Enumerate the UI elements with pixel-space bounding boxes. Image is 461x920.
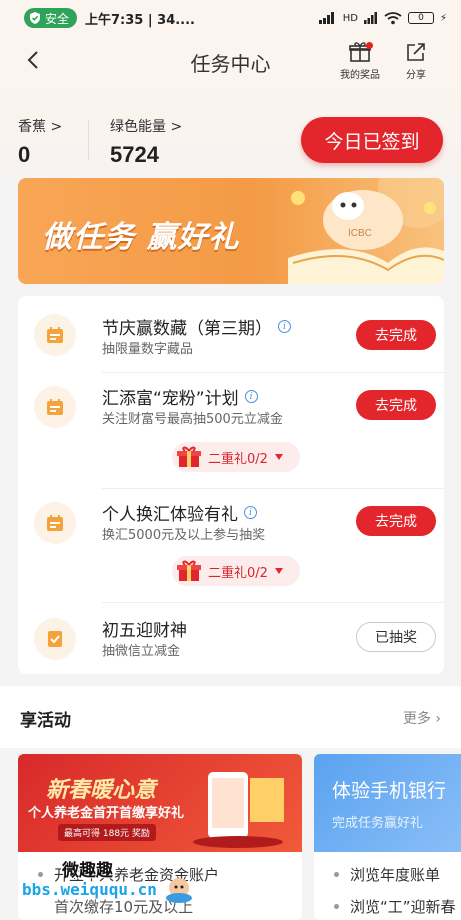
activity-image-title: 新春暖心意 <box>46 778 157 803</box>
status-bar: 安全 上午7:35 | 34.... HD 0 ⚡ <box>0 0 461 36</box>
task-list: 节庆赢数藏（第三期） i 抽限量数字藏品 去完成 汇添富“宠粉”计划 i 关注财富号… <box>18 296 444 674</box>
task-title: 节庆赢数藏（第三期） i <box>102 314 291 339</box>
bullet-dot <box>334 872 339 877</box>
watermark-url: bbs.weiququ.cn <box>22 880 157 899</box>
shield-icon <box>30 12 40 24</box>
chevron-right-icon: > <box>50 119 63 135</box>
drawn-button[interactable]: 已抽奖 <box>356 622 436 652</box>
task-title: 初五迎财神 <box>102 616 187 641</box>
energy-stat[interactable]: 绿色能量 > 5724 <box>110 116 182 168</box>
task-title: 汇添富“宠粉”计划 i <box>102 384 258 409</box>
network-label: HD <box>342 12 358 24</box>
activity-image-tag: 最高可得 188元 奖励 <box>58 824 156 841</box>
banana-label: 香蕉 <box>18 119 46 135</box>
activity-image: 新春暖心意 个人养老金首开首缴享好礼 最高可得 188元 奖励 <box>18 754 302 852</box>
calendar-icon <box>34 502 76 544</box>
task-item: 个人换汇体验有礼 i 换汇5000元及以上参与抽奖 去完成 二重礼0/2 <box>18 488 444 602</box>
mascot-icon <box>166 878 192 903</box>
reward-text: 二重礼0/2 <box>208 565 268 581</box>
task-desc: 抽微信立减金 <box>102 644 181 659</box>
activity-card[interactable]: 体验手机银行 完成任务赢好礼 浏览年度账单 浏览“工”迎新春 <box>314 754 461 920</box>
chevron-down-icon <box>274 568 283 574</box>
task-item: 节庆赢数藏（第三期） i 抽限量数字藏品 去完成 <box>18 296 444 372</box>
my-prizes-label: 我的奖品 <box>340 70 380 81</box>
status-time: 上午7:35 | 34.... <box>85 12 195 28</box>
complete-button[interactable]: 去完成 <box>356 390 436 420</box>
activity-image-title: 体验手机银行 <box>332 780 447 802</box>
reward-pill[interactable]: 二重礼0/2 <box>172 442 300 472</box>
signal-icon <box>318 12 334 24</box>
activity-line: 浏览年度账单 <box>350 866 441 884</box>
nav-bar: 任务中心 我的奖品 分享 <box>0 36 461 86</box>
gift-box-icon <box>177 446 201 467</box>
task-desc: 换汇5000元及以上参与抽奖 <box>102 528 266 543</box>
activity-line: 浏览“工”迎新春 <box>350 898 456 916</box>
info-icon[interactable]: i <box>244 390 258 403</box>
reward-text: 二重礼0/2 <box>208 451 268 467</box>
chevron-right-icon: › <box>435 711 441 727</box>
task-title-text: 初五迎财神 <box>102 621 187 641</box>
my-prizes-button[interactable]: 我的奖品 <box>334 40 386 81</box>
gift-box-icon <box>177 560 201 581</box>
battery-icon: 0 <box>407 12 434 24</box>
activity-image-subtitle: 完成任务赢好礼 <box>332 816 424 831</box>
task-title-text: 汇添富“宠粉”计划 <box>102 389 239 409</box>
stat-divider <box>88 120 89 160</box>
chevron-down-icon <box>274 454 283 460</box>
banana-stat[interactable]: 香蕉 > 0 <box>18 116 62 168</box>
phone-illustration <box>193 772 284 848</box>
activity-image: 体验手机银行 完成任务赢好礼 <box>314 754 461 852</box>
points-panel: 香蕉 > 0 绿色能量 > 5724 今日已签到 <box>0 86 461 178</box>
reward-pill[interactable]: 二重礼0/2 <box>172 556 300 586</box>
share-label: 分享 <box>406 70 426 81</box>
banner-title: 做任务 赢好礼 <box>42 220 240 255</box>
task-desc: 抽限量数字藏品 <box>102 342 194 357</box>
watermark: 微趣趣 bbs.weiququ.cn <box>14 856 192 912</box>
watermark-title: 微趣趣 <box>62 861 113 881</box>
info-icon[interactable]: i <box>244 506 257 519</box>
signin-button[interactable]: 今日已签到 <box>301 117 443 163</box>
more-link[interactable]: 更多 › <box>403 708 441 728</box>
status-indicators: HD 0 ⚡ <box>318 11 447 25</box>
charging-icon: ⚡ <box>439 12 447 24</box>
share-icon <box>407 43 425 61</box>
battery-level: 0 <box>418 13 424 23</box>
complete-button[interactable]: 去完成 <box>356 320 436 350</box>
task-banner[interactable]: 做任务 赢好礼 ICBC <box>18 178 444 284</box>
task-desc: 关注财富号最高抽500元立减金 <box>102 412 283 427</box>
complete-button[interactable]: 去完成 <box>356 506 436 536</box>
safe-label: 安全 <box>45 11 70 26</box>
activities-header: 享活动 更多 › <box>0 686 461 748</box>
safe-badge: 安全 <box>24 8 78 28</box>
share-button[interactable]: 分享 <box>390 40 442 81</box>
chevron-right-icon: > <box>170 119 183 135</box>
task-item: 初五迎财神 抽微信立减金 已抽奖 <box>18 602 444 674</box>
new-prize-dot <box>366 42 373 49</box>
activity-image-subtitle: 个人养老金首开首缴享好礼 <box>28 806 185 821</box>
lottery-card-icon <box>34 618 76 660</box>
task-title-text: 个人换汇体验有礼 <box>102 505 238 525</box>
energy-label: 绿色能量 <box>110 119 166 135</box>
activities-title: 享活动 <box>20 711 71 731</box>
info-icon[interactable]: i <box>278 320 291 333</box>
task-item: 汇添富“宠粉”计划 i 关注财富号最高抽500元立减金 去完成 二重礼0/2 <box>18 372 444 488</box>
calendar-icon <box>34 386 76 428</box>
bullet-dot <box>334 904 339 909</box>
task-title: 个人换汇体验有礼 i <box>102 500 257 525</box>
more-label: 更多 <box>402 711 431 727</box>
task-title-text: 节庆赢数藏（第三期） <box>102 319 272 339</box>
energy-value: 5724 <box>110 142 159 167</box>
signal-icon-2 <box>363 12 377 24</box>
calendar-icon <box>34 314 76 356</box>
wifi-icon <box>384 11 402 24</box>
icbc-logo-text: ICBC <box>348 228 372 239</box>
banana-value: 0 <box>18 142 31 167</box>
